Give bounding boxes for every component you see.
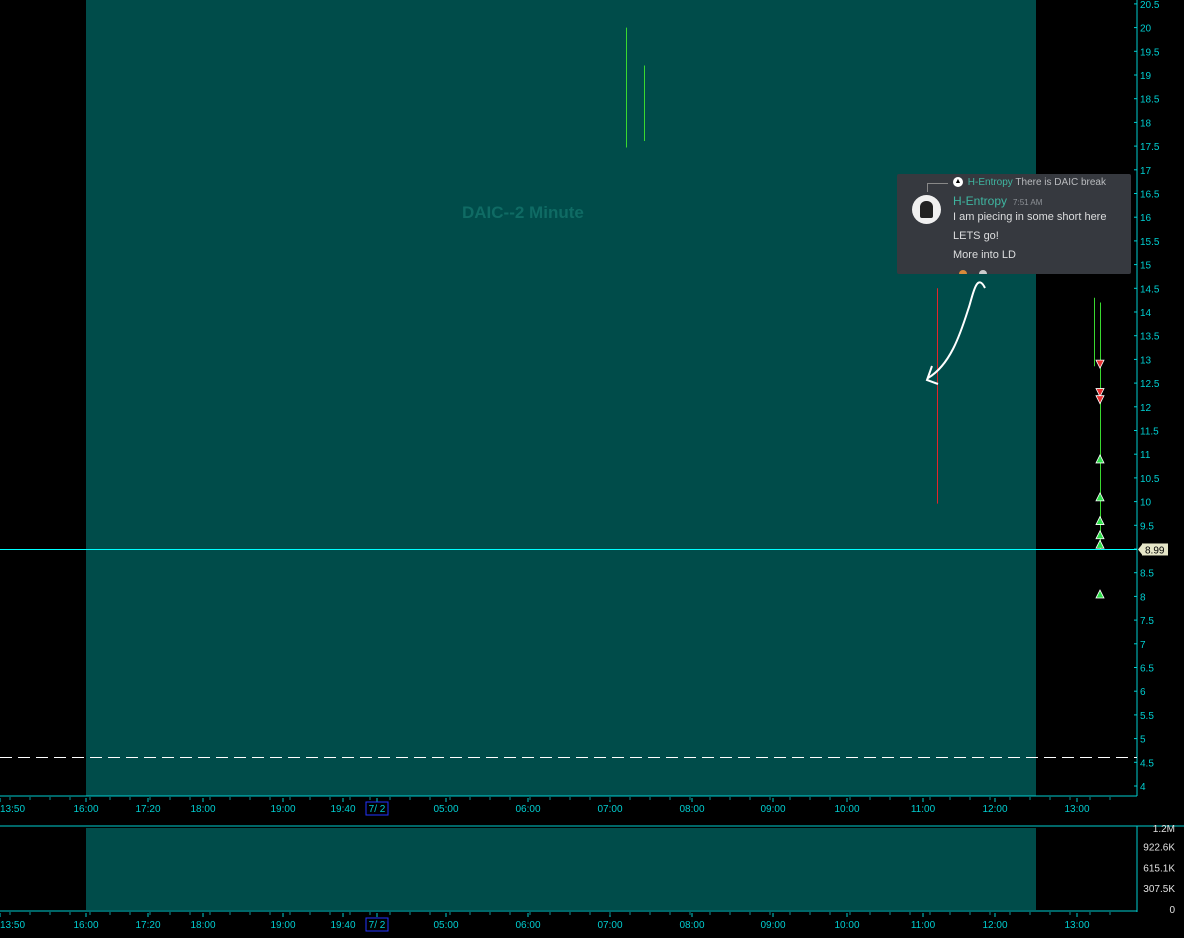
x-tick-label: 12:00 [982,804,1007,815]
x-tick-label: 16:00 [73,804,98,815]
price-tag-label: 8.99 [1145,545,1165,556]
message-time: 7:51 AM [1013,198,1043,207]
price-chart[interactable]: 44.555.566.577.588.599.51010.51111.51212… [0,0,1184,938]
x-tick-label: 19:40 [330,804,355,815]
volume-x-tick-label: 12:00 [982,920,1007,931]
y-tick-label: 19.5 [1140,47,1160,58]
y-tick-label: 15 [1140,261,1152,272]
y-tick-label: 7 [1140,640,1146,651]
y-tick-label: 20 [1140,24,1152,35]
y-tick-label: 9.5 [1140,521,1154,532]
price-session-shade [86,0,1036,796]
y-tick-label: 8 [1140,592,1146,603]
y-tick-label: 7.5 [1140,616,1154,627]
volume-tick-label: 0 [1169,905,1175,916]
y-tick-label: 14 [1140,308,1152,319]
y-tick-label: 16.5 [1140,190,1160,201]
reply-text: There is DAIC break [1015,177,1106,188]
y-tick-label: 14.5 [1140,284,1160,295]
y-tick-label: 6 [1140,687,1146,698]
y-tick-label: 10.5 [1140,474,1160,485]
y-tick-label: 12 [1140,403,1152,414]
y-tick-label: 5 [1140,735,1146,746]
volume-x-tick-label: 09:00 [760,920,785,931]
y-tick-label: 17.5 [1140,142,1160,153]
volume-session-shade [86,828,1036,910]
y-tick-label: 18 [1140,118,1152,129]
chat-message-popup: ▲ H-Entropy There is DAIC break H-Entrop… [897,174,1131,274]
volume-x-tick-label: 19:00 [270,920,295,931]
x-tick-label: 10:00 [834,804,859,815]
y-tick-label: 18.5 [1140,95,1160,106]
volume-x-tick-label: 10:00 [834,920,859,931]
reply-connector [927,183,948,192]
y-tick-label: 5.5 [1140,711,1154,722]
y-tick-label: 17 [1140,166,1152,177]
volume-x-tick-label: 11:00 [911,920,936,931]
x-tick-label: 13:50 [0,804,25,815]
x-tick-label: 08:00 [679,804,704,815]
y-tick-label: 6.5 [1140,664,1154,675]
volume-x-tick-label: 13:50 [0,920,25,931]
chart-watermark: DAIC--2 Minute [462,203,584,222]
volume-x-tick-label: 17:20 [135,920,160,931]
y-tick-label: 16 [1140,213,1152,224]
y-tick-label: 11 [1140,450,1151,461]
avatar-icon[interactable] [912,195,941,224]
message-line-2: LETS go! [953,230,999,242]
y-tick-label: 4.5 [1140,758,1154,769]
volume-tick-label: 615.1K [1143,863,1175,874]
y-tick-label: 20.5 [1140,0,1160,11]
x-tick-label: 06:00 [515,804,540,815]
x-tick-label: 09:00 [760,804,785,815]
x-tick-label: 19:00 [270,804,295,815]
x-tick-label: 17:20 [135,804,160,815]
y-tick-label: 19 [1140,71,1152,82]
volume-tick-label: 922.6K [1143,843,1175,854]
volume-x-tick-label: 06:00 [515,920,540,931]
y-tick-label: 11.5 [1140,427,1159,438]
volume-x-tick-label: 19:40 [330,920,355,931]
volume-x-tick-label: 05:00 [433,920,458,931]
volume-x-tick-label: 08:00 [679,920,704,931]
volume-x-tick-label: 13:00 [1064,920,1089,931]
x-tick-label: 05:00 [433,804,458,815]
reply-avatar-icon: ▲ [953,177,963,188]
message-line-3: More into LD [953,249,1016,261]
x-tick-label: 07:00 [597,804,622,815]
message-author-line: H-Entropy 7:51 AM [953,194,1042,208]
reply-preview[interactable]: ▲ H-Entropy There is DAIC break [953,177,1106,188]
volume-x-tick-label: 16:00 [73,920,98,931]
y-tick-label: 12.5 [1140,379,1160,390]
volume-tick-label: 307.5K [1143,884,1175,895]
y-tick-label: 4 [1140,782,1146,793]
x-tick-label: 7/ 2 [369,804,386,815]
message-author[interactable]: H-Entropy [953,194,1007,208]
volume-x-tick-label: 07:00 [597,920,622,931]
y-tick-label: 10 [1140,498,1152,509]
reply-author: H-Entropy [967,177,1013,188]
volume-x-tick-label: 7/ 2 [369,920,386,931]
volume-x-tick-label: 18:00 [190,920,215,931]
y-tick-label: 13.5 [1140,332,1160,343]
y-tick-label: 13 [1140,355,1152,366]
y-tick-label: 15.5 [1140,237,1160,248]
y-tick-label: 8.5 [1140,569,1154,580]
x-tick-label: 13:00 [1064,804,1089,815]
x-tick-label: 18:00 [190,804,215,815]
volume-tick-label: 1.2M [1153,824,1175,835]
x-tick-label: 11:00 [911,804,936,815]
message-line-1: I am piecing in some short here [953,211,1107,223]
reaction-icons[interactable] [959,269,1019,274]
